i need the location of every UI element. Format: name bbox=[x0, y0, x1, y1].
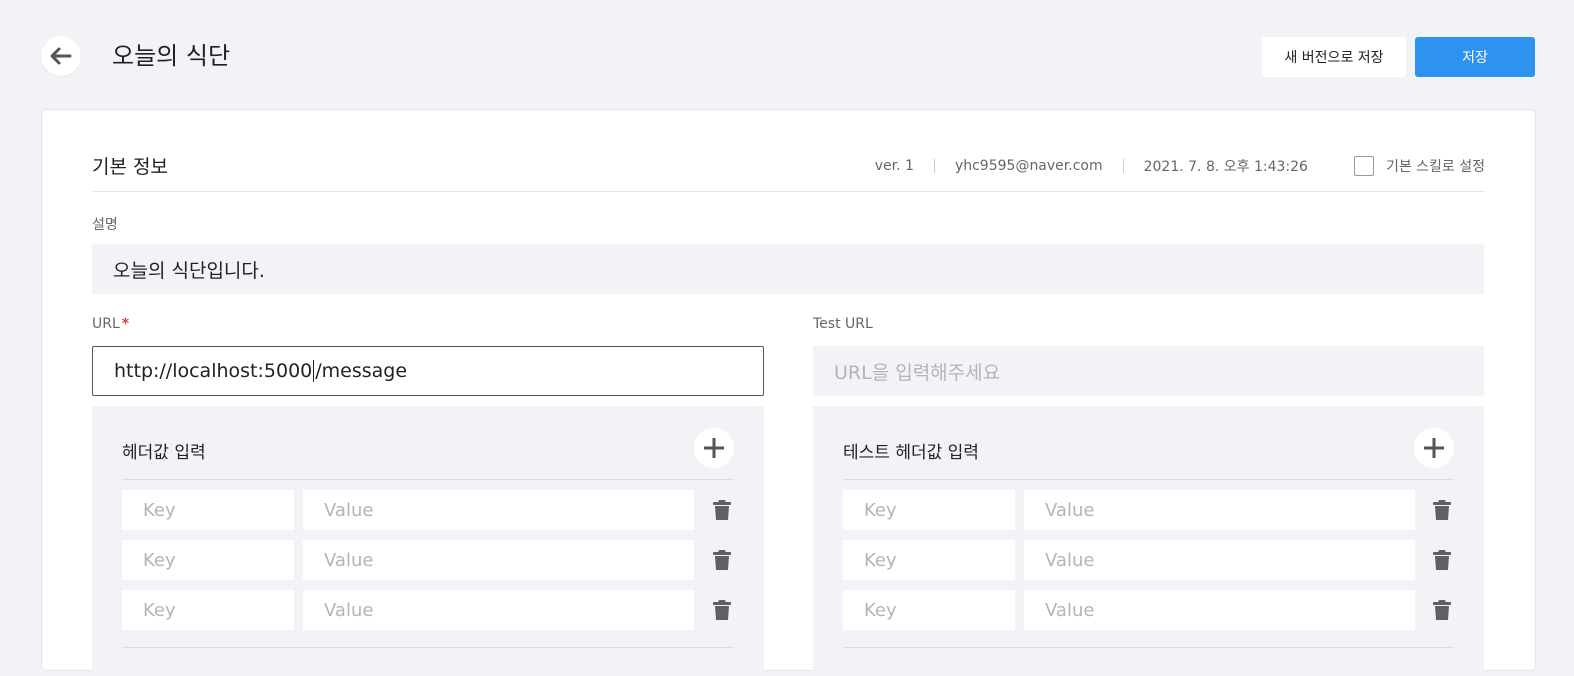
plus-icon bbox=[704, 438, 724, 458]
headers-panel: 헤더값 입력 Key Value Key Value Key Value bbox=[92, 406, 764, 676]
url-label: URL * bbox=[92, 316, 129, 332]
meta-separator bbox=[1122, 159, 1124, 173]
header-value-input[interactable]: Value bbox=[303, 590, 694, 630]
header-row: Key Value bbox=[122, 540, 734, 580]
url-value-start: http://localhost:5000 bbox=[114, 360, 313, 382]
meta-info: ver. 1 yhc9595@naver.com 2021. 7. 8. 오후 … bbox=[875, 156, 1485, 176]
plus-icon bbox=[1424, 438, 1444, 458]
trash-icon[interactable] bbox=[1430, 598, 1454, 622]
trash-icon[interactable] bbox=[1430, 548, 1454, 572]
version-label: ver. 1 bbox=[874, 158, 914, 174]
test-url-placeholder: URL을 입력해주세요 bbox=[834, 361, 1001, 384]
test-headers-panel: 테스트 헤더값 입력 Key Value Key Value Key Value bbox=[813, 406, 1484, 676]
panel-divider bbox=[122, 479, 734, 480]
trash-icon[interactable] bbox=[710, 548, 734, 572]
header-key-input[interactable]: Key bbox=[122, 490, 294, 530]
trash-icon[interactable] bbox=[710, 598, 734, 622]
add-header-button[interactable] bbox=[694, 428, 734, 468]
trash-icon[interactable] bbox=[1430, 498, 1454, 522]
required-mark: * bbox=[121, 316, 130, 332]
panel-divider bbox=[122, 647, 734, 648]
description-input[interactable]: 오늘의 식단입니다. bbox=[92, 244, 1484, 294]
test-url-input[interactable]: URL을 입력해주세요 bbox=[813, 346, 1484, 396]
test-header-key-input[interactable]: Key bbox=[843, 590, 1015, 630]
trash-icon[interactable] bbox=[710, 498, 734, 522]
url-label-text: URL bbox=[92, 316, 120, 332]
save-button[interactable]: 저장 bbox=[1415, 37, 1535, 77]
test-header-row: Key Value bbox=[843, 540, 1454, 580]
header-key-input[interactable]: Key bbox=[122, 590, 294, 630]
test-url-label: Test URL bbox=[813, 316, 873, 332]
headers-panel-title: 헤더값 입력 bbox=[122, 443, 206, 463]
page-title: 오늘의 식단 bbox=[112, 42, 231, 70]
description-value: 오늘의 식단입니다. bbox=[113, 259, 265, 282]
modified-date: 2021. 7. 8. 오후 1:43:26 bbox=[1143, 159, 1308, 175]
text-caret bbox=[313, 360, 315, 382]
test-header-row: Key Value bbox=[843, 490, 1454, 530]
default-skill-label[interactable]: 기본 스킬로 설정 bbox=[1386, 156, 1485, 176]
default-skill-checkbox[interactable] bbox=[1353, 156, 1374, 176]
test-header-key-input[interactable]: Key bbox=[843, 540, 1015, 580]
test-header-value-input[interactable]: Value bbox=[1024, 590, 1415, 630]
meta-separator bbox=[933, 159, 935, 173]
add-test-header-button[interactable] bbox=[1414, 428, 1454, 468]
description-label: 설명 bbox=[92, 217, 118, 233]
section-title: 기본 정보 bbox=[92, 156, 168, 178]
section-divider bbox=[92, 191, 1485, 192]
panel-divider bbox=[843, 479, 1454, 480]
url-input[interactable]: http://localhost:5000/message bbox=[92, 346, 764, 396]
test-headers-panel-title: 테스트 헤더값 입력 bbox=[843, 443, 979, 463]
test-header-row: Key Value bbox=[843, 590, 1454, 630]
test-header-key-input[interactable]: Key bbox=[843, 490, 1015, 530]
test-header-value-input[interactable]: Value bbox=[1024, 540, 1415, 580]
author-email: yhc9595@naver.com bbox=[954, 158, 1103, 174]
arrow-left-icon bbox=[50, 47, 72, 65]
header-row: Key Value bbox=[122, 590, 734, 630]
test-header-value-input[interactable]: Value bbox=[1024, 490, 1415, 530]
url-value-end: /message bbox=[315, 360, 408, 382]
panel-divider bbox=[843, 647, 1454, 648]
header-value-input[interactable]: Value bbox=[303, 540, 694, 580]
skill-form-card: 기본 정보 ver. 1 yhc9595@naver.com 2021. 7. … bbox=[41, 109, 1536, 676]
header-row: Key Value bbox=[122, 490, 734, 530]
save-new-version-button[interactable]: 새 버전으로 저장 bbox=[1262, 37, 1406, 77]
back-button[interactable] bbox=[41, 36, 81, 76]
header-key-input[interactable]: Key bbox=[122, 540, 294, 580]
header-value-input[interactable]: Value bbox=[303, 490, 694, 530]
